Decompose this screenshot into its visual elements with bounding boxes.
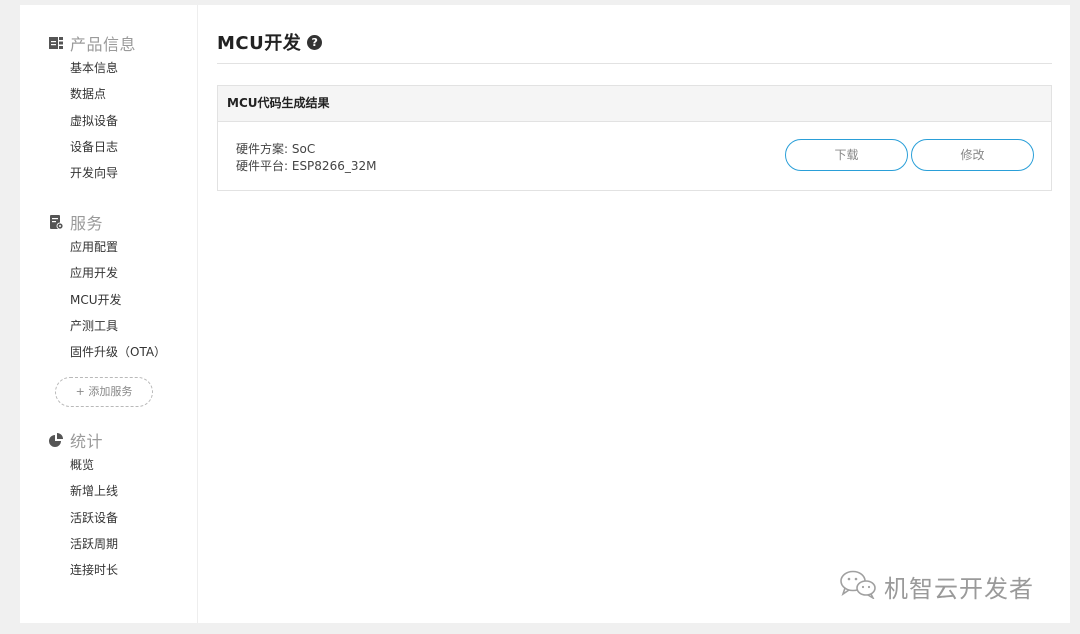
hardware-scheme-text: 硬件方案: SoC <box>236 142 316 156</box>
sidebar-item-overview[interactable]: 概览 <box>20 452 198 478</box>
sidebar-item-app-dev[interactable]: 应用开发 <box>20 260 198 286</box>
page-title-row: MCU开发 ? <box>217 29 323 55</box>
watermark-text: 机智云开发者 <box>884 574 1034 603</box>
sidebar-group-statistics: 统计 概览 新增上线 活跃设备 活跃周期 连接时长 <box>20 428 198 583</box>
sidebar-item-data-points[interactable]: 数据点 <box>20 81 198 107</box>
divider <box>217 63 1052 64</box>
download-button[interactable]: 下载 <box>785 139 908 171</box>
sidebar-item-test-tools[interactable]: 产测工具 <box>20 313 198 339</box>
sidebar-item-new-online[interactable]: 新增上线 <box>20 478 198 504</box>
sidebar-item-basic-info[interactable]: 基本信息 <box>20 55 198 81</box>
modify-button[interactable]: 修改 <box>911 139 1034 171</box>
question-circle-icon[interactable]: ? <box>307 34 323 50</box>
panel-title: MCU代码生成结果 <box>218 86 1051 122</box>
sidebar-group-services: 服务 应用配置 应用开发 MCU开发 产测工具 固件升级（OTA） <box>20 210 198 365</box>
sidebar-item-active-devices[interactable]: 活跃设备 <box>20 505 198 531</box>
mcu-result-panel: MCU代码生成结果 硬件方案: SoC 硬件平台: ESP8266_32M 下载… <box>217 85 1052 191</box>
hardware-platform-text: 硬件平台: ESP8266_32M <box>236 159 377 173</box>
sidebar: 产品信息 基本信息 数据点 虚拟设备 设备日志 开发向导 服务 应用配置 应用开… <box>20 5 198 623</box>
document-gear-icon <box>48 214 64 230</box>
wechat-icon <box>838 569 878 603</box>
sidebar-item-device-log[interactable]: 设备日志 <box>20 134 198 160</box>
sidebar-item-ota[interactable]: 固件升级（OTA） <box>20 339 198 365</box>
sidebar-item-mcu-dev[interactable]: MCU开发 <box>20 287 198 313</box>
panel-body: 硬件方案: SoC 硬件平台: ESP8266_32M 下载 修改 <box>218 122 1051 190</box>
watermark: 机智云开发者 <box>838 568 1034 604</box>
sidebar-item-dev-guide[interactable]: 开发向导 <box>20 160 198 186</box>
sidebar-group-header: 产品信息 <box>20 31 198 55</box>
sidebar-group-header: 统计 <box>20 428 198 452</box>
sidebar-group-product-info: 产品信息 基本信息 数据点 虚拟设备 设备日志 开发向导 <box>20 31 198 186</box>
sidebar-group-title: 产品信息 <box>70 35 137 54</box>
sidebar-item-virtual-device[interactable]: 虚拟设备 <box>20 108 198 134</box>
pie-chart-icon <box>48 432 64 448</box>
sidebar-item-active-period[interactable]: 活跃周期 <box>20 531 198 557</box>
main-content: MCU开发 ? MCU代码生成结果 硬件方案: SoC 硬件平台: ESP826… <box>217 5 1052 623</box>
sidebar-item-connect-duration[interactable]: 连接时长 <box>20 557 198 583</box>
page-title: MCU开发 <box>217 33 302 54</box>
page-card: 产品信息 基本信息 数据点 虚拟设备 设备日志 开发向导 服务 应用配置 应用开… <box>20 5 1070 623</box>
sidebar-group-header: 服务 <box>20 210 198 234</box>
sidebar-item-app-config[interactable]: 应用配置 <box>20 234 198 260</box>
sidebar-group-title: 统计 <box>70 432 104 451</box>
grid-icon <box>48 35 64 51</box>
add-service-button[interactable]: + 添加服务 <box>55 377 153 407</box>
sidebar-group-title: 服务 <box>70 214 104 233</box>
